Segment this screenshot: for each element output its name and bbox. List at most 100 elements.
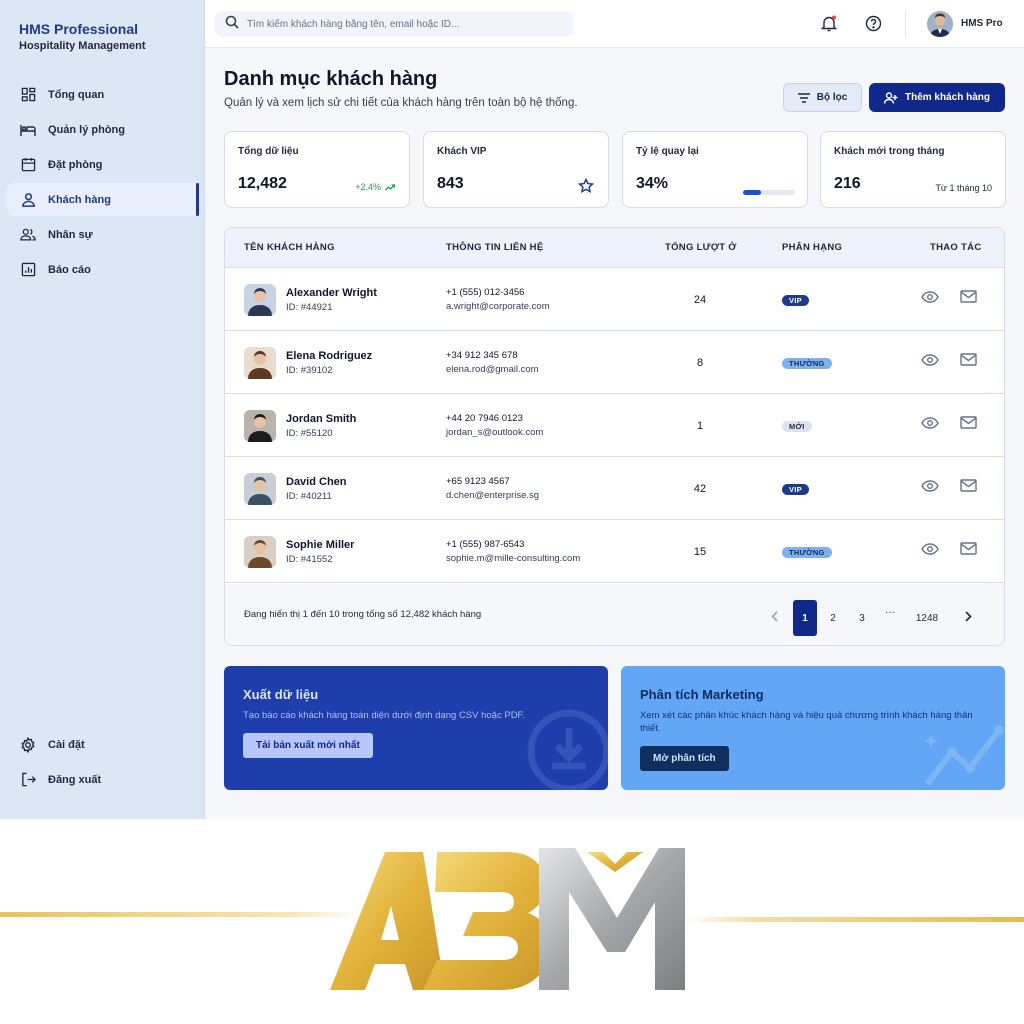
customer-avatar [244,347,276,379]
stat-value: 843 [437,175,464,192]
topbar-divider [905,10,906,38]
customer-id: ID: #39102 [286,365,333,376]
column-header-contact[interactable]: THÔNG TIN LIÊN HỆ [446,242,543,253]
calendar-icon [20,157,36,173]
customer-avatar [244,284,276,316]
customer-stays: 8 [696,357,704,369]
abm-logo [330,848,685,990]
search-box [215,11,573,37]
eye-icon[interactable] [921,416,939,434]
page-1-button[interactable]: 1 [793,600,817,636]
sidebar-item-rooms[interactable]: Quản lý phòng [7,113,198,146]
mail-icon[interactable] [960,479,977,497]
user-avatar[interactable] [927,11,953,37]
export-title: Xuất dữ liệu [243,687,319,702]
search-input[interactable] [247,18,567,30]
table-row[interactable]: David Chen ID: #40211 +65 9123 4567 d.chen@… [225,457,1004,520]
eye-icon[interactable] [921,353,939,371]
tier-badge: THƯỜNG [782,358,832,369]
customer-avatar [244,536,276,568]
column-header-actions: THAO TÁC [930,242,982,253]
sidebar-item-customers[interactable]: Khách hàng [7,183,199,216]
gear-icon [20,736,36,753]
table-row[interactable]: Jordan Smith ID: #55120 +44 20 7946 0123 jo… [225,394,1004,457]
sidebar-item-staff[interactable]: Nhân sự [7,218,198,251]
eye-icon[interactable] [921,479,939,497]
chevron-left-icon [770,611,778,625]
filter-button[interactable]: Bộ lọc [783,83,862,112]
notification-bell-icon[interactable] [819,13,839,33]
column-header-name[interactable]: TÊN KHÁCH HÀNG [244,242,335,253]
help-icon[interactable] [863,13,883,33]
brand-subtitle: Hospitality Management [19,40,146,52]
tier-badge: VIP [782,484,809,495]
table-row[interactable]: Sophie Miller ID: #41552 +1 (555) 987-6543… [225,520,1004,583]
brand: HMS Professional Hospitality Management [19,21,146,52]
tier-badge: MỚI [782,421,812,432]
customer-id: ID: #55120 [286,428,333,439]
person-icon [20,192,36,208]
customer-phone: +1 (555) 987-6543 [446,539,525,550]
customer-stays: 42 [693,483,707,495]
export-card: Xuất dữ liệu Tạo báo cáo khách hàng toàn… [224,666,608,790]
tier-badge: THƯỜNG [782,547,832,558]
customer-avatar [244,410,276,442]
mail-icon[interactable] [960,290,977,308]
export-description: Tạo báo cáo khách hàng toàn diện dưới đị… [243,710,525,721]
logo-line-left [0,912,360,917]
sidebar-item-label: Quản lý phòng [48,123,125,136]
sidebar-item-label: Tổng quan [48,88,105,101]
page-last-button[interactable]: 1248 [913,600,941,636]
sidebar-item-label: Đăng xuất [48,773,102,786]
chevron-right-icon [964,611,972,625]
trend-up-icon [385,183,395,191]
sidebar-item-label: Đặt phòng [48,158,103,171]
sidebar-bottom: Cài đặt Đăng xuất [7,728,198,798]
report-icon [20,262,36,278]
add-customer-button[interactable]: Thêm khách hàng [869,83,1005,112]
sidebar-item-bookings[interactable]: Đặt phòng [7,148,198,181]
stat-card-new-month: Khách mới trong tháng 216 Từ 1 tháng 10 [820,131,1006,208]
customer-email: a.wright@corporate.com [446,301,550,312]
sidebar-item-overview[interactable]: Tổng quan [7,78,198,111]
customer-email: sophie.m@mille-consulting.com [446,553,581,564]
sidebar-item-reports[interactable]: Báo cáo [7,253,198,286]
customer-stays: 15 [693,546,707,558]
logo-line-right [685,917,1024,922]
sidebar-item-label: Nhân sự [48,228,93,241]
sidebar-item-settings[interactable]: Cài đặt [7,728,198,761]
sidebar-item-label: Báo cáo [48,263,91,276]
customer-id: ID: #40211 [286,491,332,502]
customer-phone: +34 912 345 678 [446,350,518,361]
customer-id: ID: #41552 [286,554,333,565]
customer-avatar [244,473,276,505]
customer-id: ID: #44921 [286,302,333,313]
brand-name: HMS Professional [19,21,139,37]
page-title: Danh mục khách hàng [224,68,438,90]
customer-phone: +44 20 7946 0123 [446,413,523,424]
mail-icon[interactable] [960,416,977,434]
mail-icon[interactable] [960,542,977,560]
stat-value: 12,482 [238,175,287,192]
next-page-button[interactable] [962,600,974,636]
table-row[interactable]: Alexander Wright ID: #44921 +1 (555) 012-3… [225,268,1004,331]
mail-icon[interactable] [960,353,977,371]
prev-page-button[interactable] [768,600,780,636]
stat-value: 34% [636,175,669,192]
stat-card-return-rate: Tỷ lệ quay lại 34% [622,131,808,208]
sidebar: HMS Professional Hospitality Management … [0,0,205,819]
sidebar-item-label: Khách hàng [48,193,111,206]
add-user-icon [883,91,898,104]
stat-label: Tỷ lệ quay lại [636,146,699,157]
column-header-stays[interactable]: TỔNG LƯỢT Ở [665,242,737,253]
table-row[interactable]: Elena Rodriguez ID: #39102 +34 912 345 678… [225,331,1004,394]
eye-icon[interactable] [921,290,939,308]
page-2-button[interactable]: 2 [826,600,840,636]
eye-icon[interactable] [921,542,939,560]
column-header-tier[interactable]: PHÂN HẠNG [782,242,842,253]
open-analytics-button[interactable]: Mở phân tích [640,746,729,771]
page-3-button[interactable]: 3 [855,600,869,636]
sidebar-item-logout[interactable]: Đăng xuất [7,763,198,796]
pagination-summary: Đang hiển thị 1 đến 10 trong tổng số 12,… [244,609,482,620]
download-export-button[interactable]: Tải bản xuất mới nhất [243,733,373,758]
